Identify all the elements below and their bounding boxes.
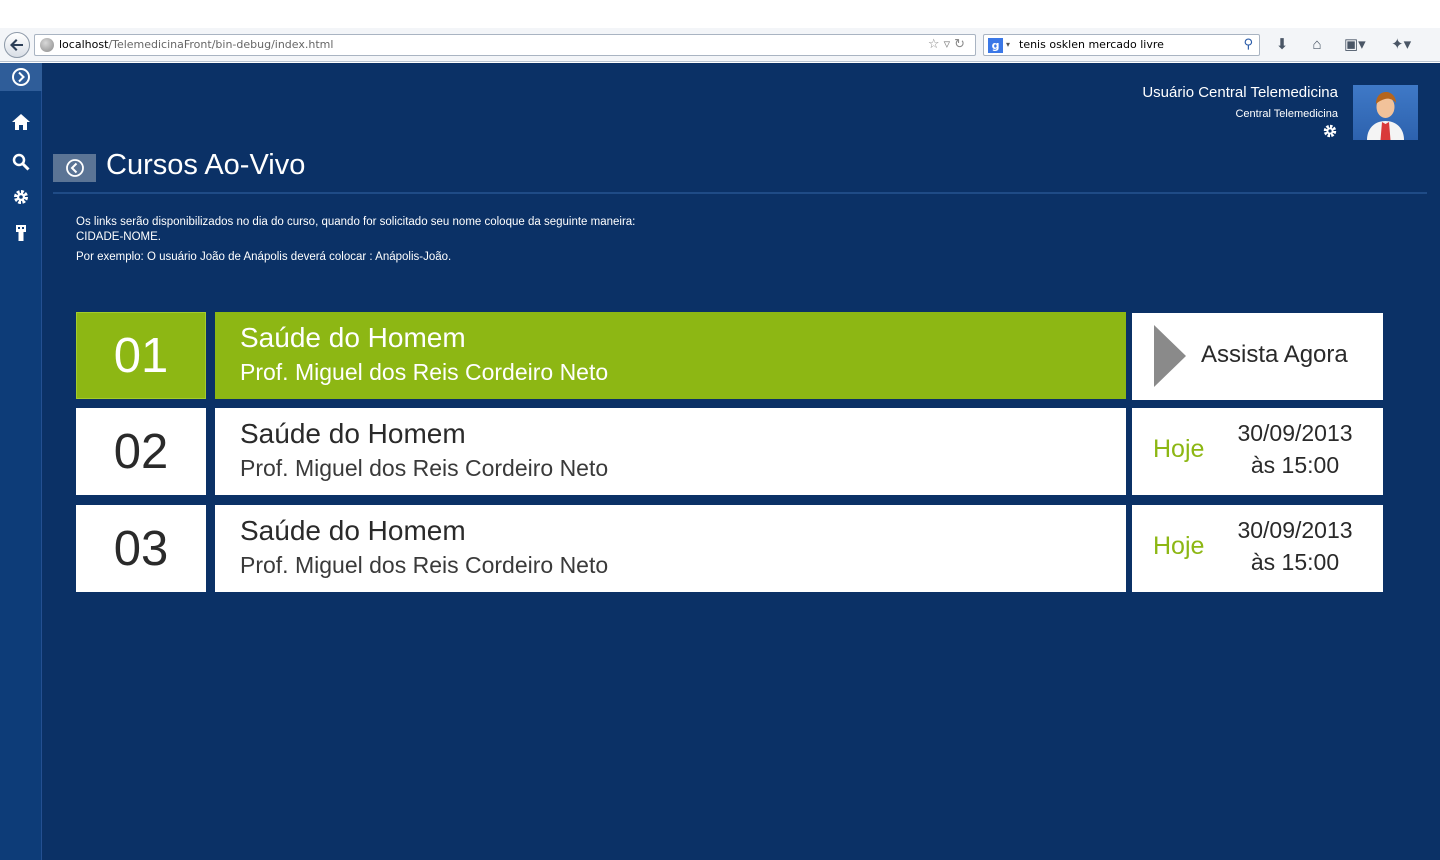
search-engine-caret-icon[interactable]: ▾ [1006,35,1010,55]
avatar[interactable] [1353,85,1418,140]
course-number: 02 [76,408,206,495]
course-schedule: Hoje 30/09/2013 às 15:00 [1132,505,1383,592]
schedule-date: 30/09/2013 [1237,420,1353,446]
course-row[interactable]: Saúde do Homem Prof. Miguel dos Reis Cor… [215,312,1126,399]
info-text-line2: CIDADE-NOME. [76,231,161,243]
window-top-strip [0,0,1440,28]
sidebar-item-device[interactable] [0,218,42,248]
schedule-date: 30/09/2013 [1237,517,1353,543]
bookmark-star-icon[interactable]: ☆ [928,37,944,52]
app-area: Usuário Central Telemedicina Central Tel… [0,63,1440,860]
download-icon[interactable]: ⬇ [1272,36,1292,54]
home-icon [12,114,30,130]
back-button[interactable] [53,154,96,182]
gear-icon [14,190,28,204]
user-settings-button[interactable] [1322,123,1338,139]
course-number: 03 [76,505,206,592]
user-avatar-icon [1367,92,1404,140]
info-text-line1: Os links serão disponibilizados no dia d… [76,216,636,228]
play-icon [1154,325,1186,387]
sidebar-item-settings[interactable] [0,182,42,212]
schedule-day: Hoje [1153,435,1205,463]
title-divider [53,192,1427,194]
gear-icon [1323,124,1337,138]
schedule-time: às 15:00 [1250,452,1340,478]
course-title: Saúde do Homem [240,322,466,353]
sidebar-item-home[interactable] [0,107,42,137]
bookmarks-menu-icon[interactable]: ▣▾ [1344,36,1366,54]
info-text-line3: Por exemplo: O usuário João de Anápolis … [76,251,452,263]
expand-icon [12,68,30,86]
course-schedule: Hoje 30/09/2013 às 15:00 [1132,408,1383,495]
search-icon [12,153,30,171]
watch-now-button[interactable]: Assista Agora [1132,313,1383,400]
url-actions: ☆▿↻ [928,35,969,55]
course-number: 01 [76,312,206,399]
usb-icon [16,225,26,241]
course-row[interactable]: Saúde do Homem Prof. Miguel dos Reis Cor… [215,505,1126,592]
watch-now-label: Assista Agora [1201,341,1348,368]
chevron-left-circle-icon [65,159,84,177]
user-name: Usuário Central Telemedicina [1142,84,1338,101]
addon-icon[interactable]: ✦▾ [1391,36,1411,54]
course-title: Saúde do Homem [240,418,466,449]
arrow-left-icon [10,39,23,51]
schedule-day: Hoje [1153,532,1205,560]
course-professor: Prof. Miguel dos Reis Cordeiro Neto [240,359,609,385]
sidebar-item-search[interactable] [0,147,42,177]
course-row[interactable]: Saúde do Homem Prof. Miguel dos Reis Cor… [215,408,1126,495]
dropdown-arrow-icon[interactable]: ▿ [944,37,955,52]
reload-icon[interactable]: ↻ [954,37,969,52]
magnifier-icon[interactable]: ⚲ [1243,35,1253,55]
search-input[interactable]: g ▾ tenis osklen mercado livre ⚲ [983,34,1260,56]
url-path: /TelemedicinaFront/bin-debug/index.html [108,38,334,51]
page-title: Cursos Ao-Vivo [106,149,306,181]
address-bar[interactable]: localhost/TelemedicinaFront/bin-debug/in… [34,34,976,56]
google-icon[interactable]: g [988,38,1003,53]
url-host: localhost [59,38,109,51]
browser-toolbar: localhost/TelemedicinaFront/bin-debug/in… [0,28,1440,62]
globe-icon [40,38,54,52]
course-professor: Prof. Miguel dos Reis Cordeiro Neto [240,455,609,481]
search-text: tenis osklen mercado livre [1019,38,1164,51]
home-icon[interactable]: ⌂ [1307,36,1327,54]
sidebar-expand-button[interactable] [0,63,42,91]
schedule-time: às 15:00 [1250,549,1340,575]
back-button[interactable] [4,32,30,58]
course-professor: Prof. Miguel dos Reis Cordeiro Neto [240,552,609,578]
course-title: Saúde do Homem [240,515,466,546]
sidebar [0,63,42,860]
user-role: Central Telemedicina [1235,108,1338,120]
